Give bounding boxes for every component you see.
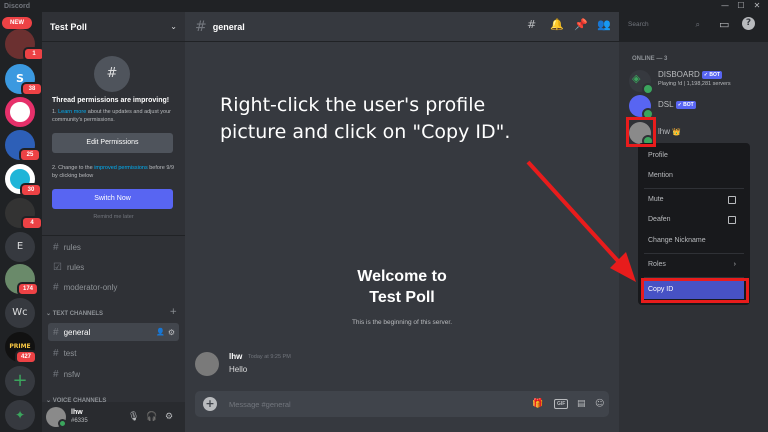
tutorial-arrow — [526, 160, 636, 282]
